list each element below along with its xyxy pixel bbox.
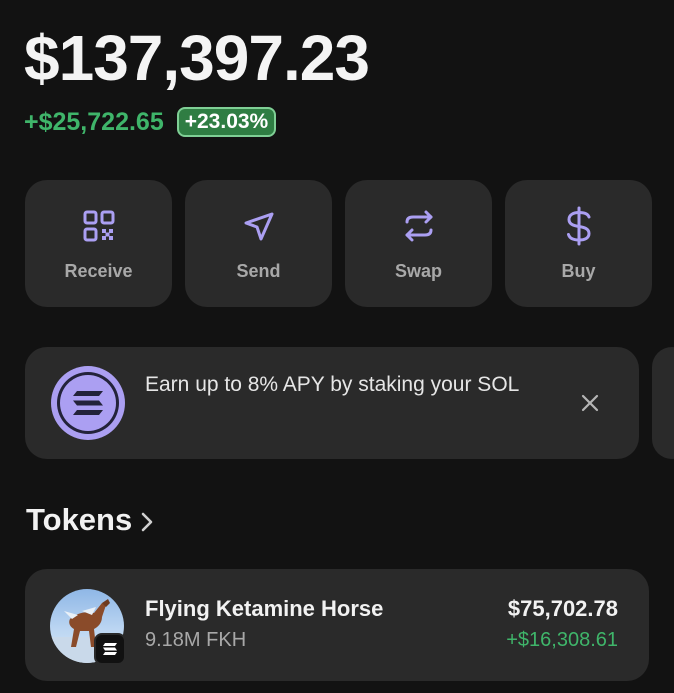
balance-change: +$25,722.65 +23.03% [24,106,277,138]
buy-button[interactable]: Buy [505,180,652,307]
tokens-title: Tokens [26,502,133,537]
tokens-section-header[interactable]: Tokens [26,500,154,540]
solana-chain-badge-icon [94,633,126,665]
action-buttons: Receive Send Swap Buy [25,180,665,307]
solana-icon [51,366,125,440]
swap-button[interactable]: Swap [345,180,492,307]
send-label: Send [236,261,281,281]
balance-change-amount: +$25,722.65 [24,107,164,136]
next-banner-card[interactable] [652,347,674,459]
swap-label: Swap [394,261,442,281]
swap-icon [399,206,439,246]
staking-banner-text: Earn up to 8% APY by staking your SOL [145,373,520,396]
buy-label: Buy [561,261,596,281]
send-icon [239,206,279,246]
token-value: $75,702.78 [507,596,618,621]
token-name: Flying Ketamine Horse [145,596,384,621]
staking-banner[interactable]: Earn up to 8% APY by staking your SOL [25,347,639,459]
token-amount: 9.18M FKH [145,629,247,651]
receive-button[interactable]: Receive [25,180,172,307]
total-balance: $137,397.23 [24,22,370,94]
dollar-icon [559,206,599,246]
chevron-right-icon [140,511,154,533]
balance-change-percent-badge: +23.03% [176,107,277,137]
token-change: +$16,308.61 [506,629,618,651]
qr-code-icon [79,206,119,246]
receive-label: Receive [64,261,133,281]
close-icon[interactable] [578,391,602,415]
send-button[interactable]: Send [185,180,332,307]
token-row[interactable]: Flying Ketamine Horse 9.18M FKH $75,702.… [25,569,649,681]
